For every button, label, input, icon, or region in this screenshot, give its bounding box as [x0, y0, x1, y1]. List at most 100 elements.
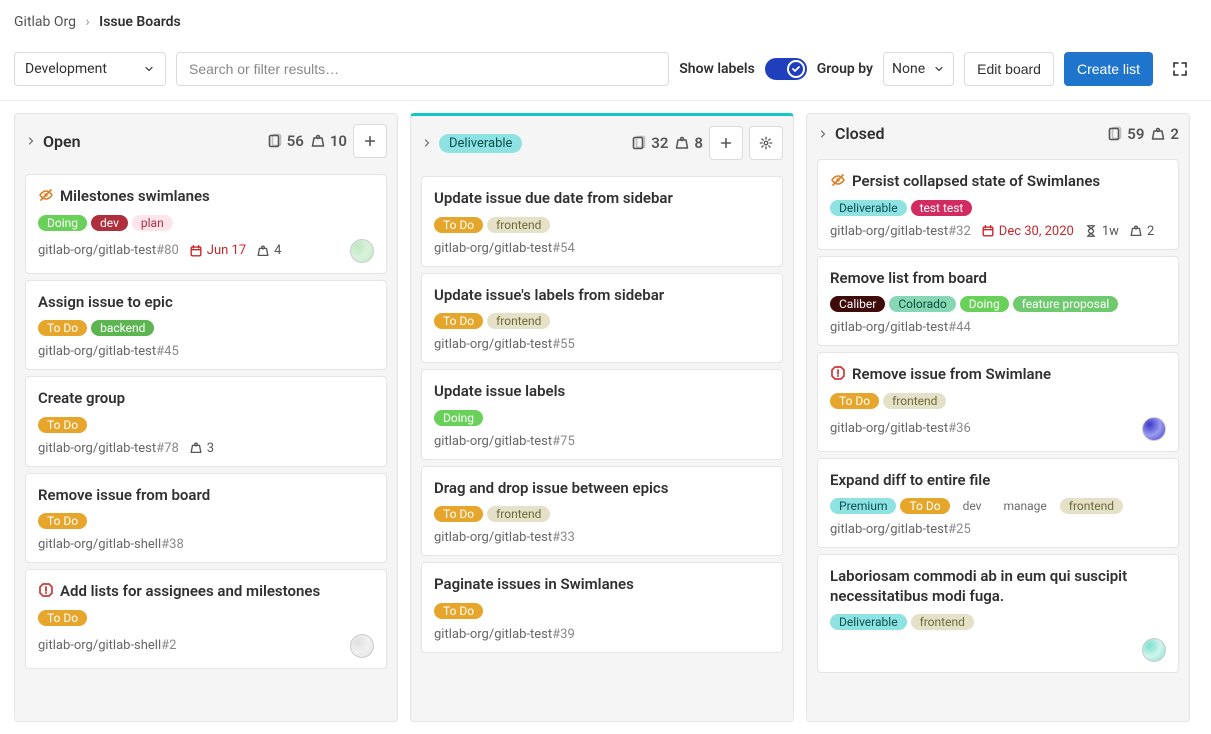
card-title: Remove list from board — [830, 269, 987, 289]
issue-card[interactable]: Remove issue from boardTo Dogitlab-org/g… — [25, 473, 387, 564]
card-path: gitlab-org/gitlab-test — [38, 441, 156, 456]
card-label[interactable]: To Do — [38, 320, 87, 336]
column-issue-count: 59 — [1107, 125, 1144, 143]
card-label[interactable]: To Do — [434, 603, 483, 619]
card-label[interactable]: To Do — [38, 610, 87, 626]
assignee-avatar[interactable] — [350, 634, 374, 658]
card-label[interactable]: frontend — [883, 393, 946, 409]
card-label[interactable]: Deliverable — [830, 614, 907, 630]
card-meta: gitlab-org/gitlab-test#39 — [434, 627, 770, 642]
issue-card[interactable]: Add lists for assignees and milestonesTo… — [25, 569, 387, 669]
column-title-label: Deliverable — [439, 134, 522, 153]
fullscreen-button[interactable] — [1163, 52, 1197, 86]
card-label[interactable]: Colorado — [889, 296, 955, 312]
card-path: gitlab-org/gitlab-test — [830, 522, 948, 537]
card-label[interactable]: manage — [994, 498, 1055, 514]
group-by-selector[interactable]: None — [883, 52, 954, 86]
card-label[interactable]: plan — [132, 215, 173, 231]
card-label[interactable]: To Do — [38, 417, 87, 433]
issue-card[interactable]: Paginate issues in Swimlanes To Do gitlab-… — [421, 562, 783, 653]
board-toolbar: Development Show labels Group by None Ed… — [0, 44, 1211, 101]
card-due-date: Jun 17 — [189, 243, 246, 258]
weight-icon — [1150, 126, 1166, 142]
show-labels-toggle[interactable] — [765, 58, 807, 80]
column-body[interactable]: Milestones swimlanesDoingdevplangitlab-o… — [15, 168, 397, 721]
card-label[interactable]: Premium — [830, 498, 896, 514]
add-issue-button[interactable] — [709, 126, 743, 160]
card-path: gitlab-org/gitlab-test — [830, 320, 948, 335]
issue-card[interactable]: Update issue's labels from sidebarTo Dof… — [421, 273, 783, 364]
card-label[interactable]: dev — [954, 498, 991, 514]
issue-card[interactable]: Remove issue from Swimlane To Dofrontend g… — [817, 352, 1179, 452]
card-label[interactable]: feature proposal — [1013, 296, 1119, 312]
issue-card[interactable]: Milestones swimlanesDoingdevplangitlab-o… — [25, 174, 387, 274]
card-label[interactable]: Doing — [960, 296, 1009, 312]
list-settings-button[interactable] — [749, 126, 783, 160]
confidential-icon — [830, 172, 846, 188]
calendar-icon — [189, 244, 203, 258]
card-label[interactable]: Doing — [38, 215, 87, 231]
issue-card[interactable]: Laboriosam commodi ab in eum qui suscipi… — [817, 554, 1179, 673]
card-ref: #75 — [552, 434, 575, 449]
card-label[interactable]: backend — [91, 320, 154, 336]
breadcrumb-parent[interactable]: Gitlab Org — [14, 14, 76, 30]
card-label[interactable]: Doing — [434, 410, 483, 426]
card-label[interactable]: frontend — [911, 614, 974, 630]
search-filter[interactable] — [176, 52, 669, 86]
issue-card[interactable]: Create groupTo Dogitlab-org/gitlab-test#… — [25, 376, 387, 467]
card-label[interactable]: frontend — [487, 506, 550, 522]
edit-board-button[interactable]: Edit board — [964, 52, 1054, 86]
add-issue-button[interactable] — [353, 124, 387, 158]
assignee-avatar[interactable] — [1142, 638, 1166, 662]
blocked-icon — [830, 365, 846, 381]
card-labels: CaliberColorado Doingfeature proposal — [830, 296, 1166, 312]
column-header: Deliverable 32 8 — [411, 116, 793, 170]
issue-card[interactable]: Update issue due date from sidebarTo Dof… — [421, 176, 783, 267]
card-label[interactable]: Caliber — [830, 296, 885, 312]
card-ref: #80 — [156, 243, 179, 258]
issue-card[interactable]: Remove list from board CaliberColorado Doi… — [817, 256, 1179, 347]
weight-icon — [674, 135, 690, 151]
card-meta: gitlab-org/gitlab-test#75 — [434, 434, 770, 449]
card-label[interactable]: frontend — [1060, 498, 1123, 514]
card-label[interactable]: To Do — [900, 498, 949, 514]
search-input[interactable] — [189, 61, 656, 77]
column-body[interactable]: Update issue due date from sidebarTo Dof… — [411, 170, 793, 721]
card-label[interactable]: frontend — [487, 313, 550, 329]
issue-card[interactable]: Expand diff to entire filePremiumTo Dode… — [817, 458, 1179, 549]
assignee-avatar[interactable] — [1142, 417, 1166, 441]
card-label[interactable]: To Do — [830, 393, 879, 409]
card-label[interactable]: dev — [91, 215, 128, 231]
blocked-icon — [38, 582, 54, 598]
card-ref: #33 — [552, 530, 575, 545]
chevron-right-icon[interactable] — [421, 137, 433, 149]
card-label[interactable]: frontend — [487, 217, 550, 233]
card-title: Paginate issues in Swimlanes — [434, 575, 634, 595]
issue-card[interactable]: Drag and drop issue between epicsTo Dofr… — [421, 466, 783, 557]
show-labels-text: Show labels — [679, 61, 755, 77]
card-label[interactable]: Deliverable — [830, 200, 907, 216]
card-title: Remove issue from Swimlane — [852, 365, 1051, 385]
column-issue-count: 56 — [267, 132, 304, 150]
weight-icon — [256, 244, 270, 258]
card-meta: gitlab-org/gitlab-test#44 — [830, 320, 1166, 335]
card-label[interactable]: To Do — [38, 513, 87, 529]
card-label[interactable]: To Do — [434, 506, 483, 522]
issue-card[interactable]: Persist collapsed state of SwimlanesDeli… — [817, 159, 1179, 250]
chevron-right-icon[interactable] — [25, 135, 37, 147]
card-label[interactable]: To Do — [434, 217, 483, 233]
breadcrumb-current: Issue Boards — [99, 14, 181, 30]
card-label[interactable]: To Do — [434, 313, 483, 329]
card-meta: gitlab-org/gitlab-test#45 — [38, 344, 374, 359]
create-list-button[interactable]: Create list — [1064, 52, 1153, 86]
chevron-right-icon[interactable] — [817, 128, 829, 140]
card-path: gitlab-org/gitlab-test — [830, 421, 948, 436]
board-selector[interactable]: Development — [14, 52, 166, 86]
check-icon — [791, 64, 801, 74]
issue-card[interactable]: Update issue labelsDoinggitlab-org/gitla… — [421, 369, 783, 460]
card-weight: 3 — [189, 441, 214, 456]
column-body[interactable]: Persist collapsed state of SwimlanesDeli… — [807, 153, 1189, 721]
issue-card[interactable]: Assign issue to epicTo Dobackendgitlab-o… — [25, 280, 387, 371]
assignee-avatar[interactable] — [350, 239, 374, 263]
card-label[interactable]: test test — [911, 200, 973, 216]
